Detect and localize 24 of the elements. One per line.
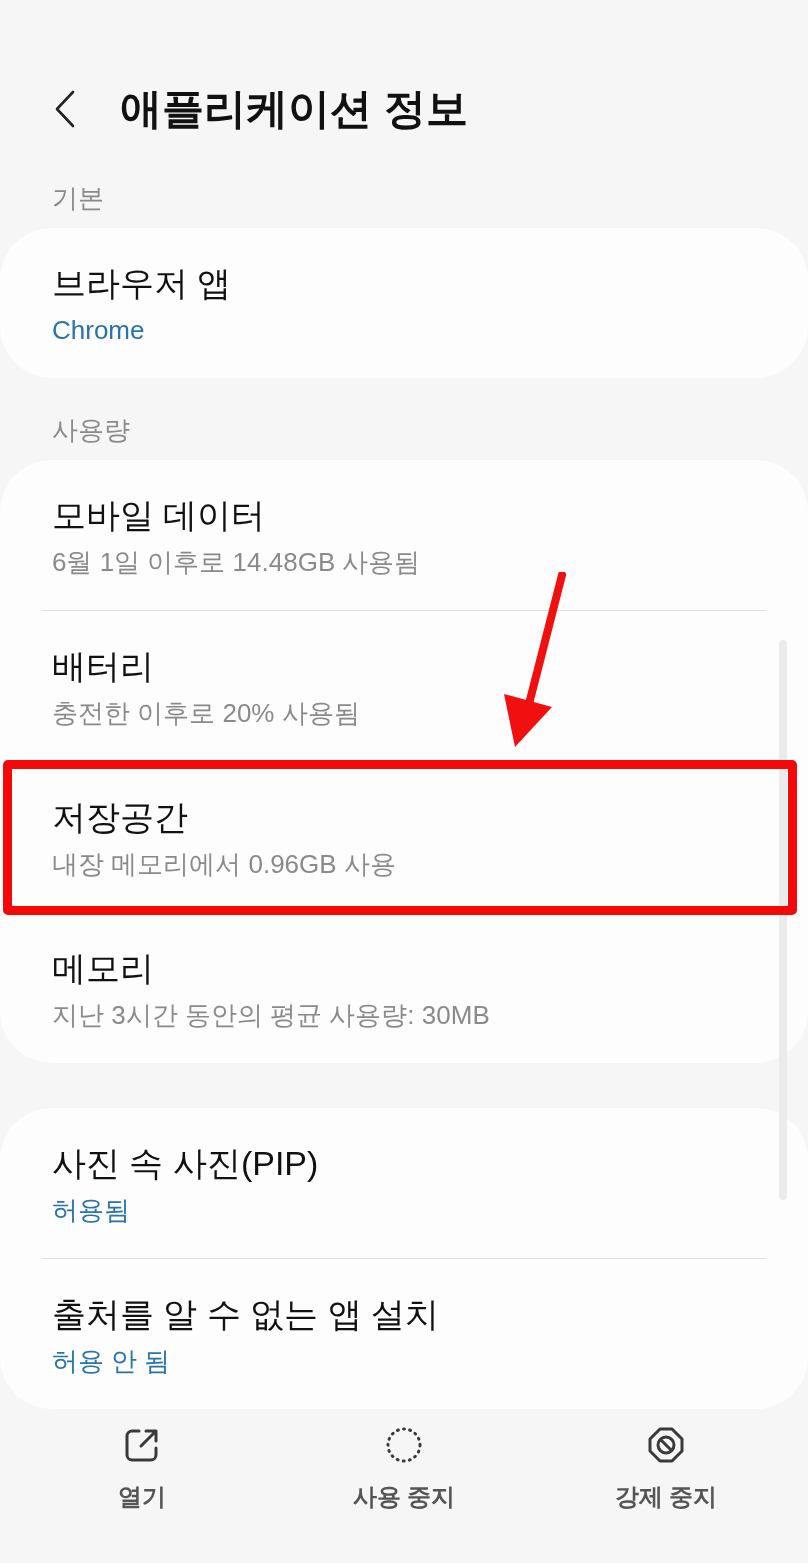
action-button[interactable]: 열기 — [112, 1427, 172, 1514]
action-button[interactable]: 강제 중지 — [608, 1427, 724, 1514]
setting-title[interactable]: 모바일 데이터 — [52, 494, 266, 536]
setting-title[interactable]: 출처를 알 수 없는 앱 설치 — [52, 1293, 440, 1335]
setting-summary: 내장 메모리에서 0.96GB 사용 — [52, 848, 396, 881]
back-chevron-icon — [54, 90, 76, 128]
section-label: 사용량 — [52, 414, 130, 447]
setting-value: 허용 안 됨 — [52, 1345, 171, 1378]
setting-title[interactable]: 사진 속 사진(PIP) — [52, 1142, 319, 1184]
open-external-icon — [124, 1427, 160, 1463]
section-label: 기본 — [52, 182, 104, 215]
setting-summary: 충전한 이후로 20% 사용됨 — [52, 697, 360, 730]
setting-title[interactable]: 브라우저 앱 — [52, 262, 232, 304]
page-title: 애플리케이션 정보 — [120, 84, 468, 134]
setting-value: Chrome — [52, 314, 145, 347]
dotted-circle-icon — [386, 1427, 422, 1463]
setting-title[interactable]: 메모리 — [52, 947, 154, 989]
setting-summary: 6월 1일 이후로 14.48GB 사용됨 — [52, 546, 421, 579]
setting-title[interactable]: 저장공간 — [52, 796, 188, 838]
stop-sign-icon — [648, 1427, 684, 1463]
setting-title[interactable]: 배터리 — [52, 645, 154, 687]
setting-summary: 지난 3시간 동안의 평균 사용량: 30MB — [52, 999, 490, 1032]
setting-value: 허용됨 — [52, 1194, 130, 1227]
action-button[interactable]: 사용 중지 — [346, 1427, 462, 1514]
